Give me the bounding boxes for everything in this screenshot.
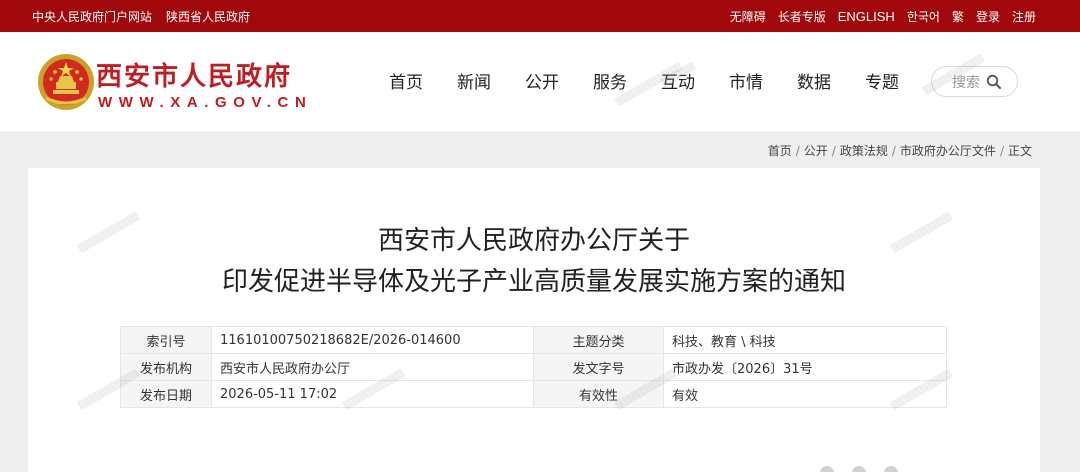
breadcrumb-current: 正文 <box>1007 144 1032 158</box>
nav-city-info[interactable]: 市情 <box>712 68 780 93</box>
main-nav: 首页 新闻 公开 服务 互动 市情 数据 专题 <box>372 68 916 93</box>
article-title: 西安市人民政府办公厅关于 印发促进半导体及光子产业高质量发展实施方案的通知 <box>28 221 1040 303</box>
link-accessibility[interactable]: 无障碍 <box>730 8 766 25</box>
site-header: 西安市人民政府 WWW.XA.GOV.CN 首页 新闻 公开 服务 互动 市情 … <box>0 32 1080 133</box>
validity-label: 有效性 <box>533 380 664 408</box>
date-value: 2026-05-11 17:02 <box>211 380 534 408</box>
breadcrumb: 首页 / 公开 / 政策法规 / 市政府办公厅文件 / 正文 <box>768 142 1032 159</box>
validity-value: 有效 <box>663 380 947 408</box>
nav-services[interactable]: 服务 <box>576 68 644 93</box>
breadcrumb-separator: / <box>999 144 1004 158</box>
login-link[interactable]: 登录 <box>976 8 1000 25</box>
breadcrumb-open[interactable]: 公开 <box>804 144 828 158</box>
share-icon[interactable] <box>884 466 898 472</box>
article-title-line-2: 印发促进半导体及光子产业高质量发展实施方案的通知 <box>221 267 846 297</box>
docno-value: 市政办发〔2026〕31号 <box>663 353 947 381</box>
nav-open[interactable]: 公开 <box>508 68 576 93</box>
breadcrumb-separator: / <box>891 144 896 158</box>
breadcrumb-separator: / <box>831 144 836 158</box>
topic-label: 主题分类 <box>533 326 664 354</box>
table-row: 发布日期 2026-05-11 17:02 有效性 有效 <box>120 380 947 408</box>
breadcrumb-office-docs[interactable]: 市政府办公厅文件 <box>900 144 996 158</box>
search-box[interactable]: 搜索 <box>931 66 1018 97</box>
topic-value: 科技、教育 \ 科技 <box>663 326 947 354</box>
index-label: 索引号 <box>120 326 212 354</box>
nav-home[interactable]: 首页 <box>372 68 440 93</box>
national-emblem-icon[interactable] <box>36 52 96 112</box>
date-label: 发布日期 <box>120 380 212 408</box>
register-link[interactable]: 注册 <box>1012 8 1036 25</box>
breadcrumb-home[interactable]: 首页 <box>768 144 792 158</box>
site-title[interactable]: 西安市人民政府 <box>96 56 292 93</box>
search-placeholder: 搜索 <box>952 74 980 91</box>
issuer-label: 发布机构 <box>120 353 212 381</box>
link-traditional-chinese[interactable]: 繁 <box>952 8 964 25</box>
issuer-value: 西安市人民政府办公厅 <box>211 353 534 381</box>
nav-news[interactable]: 新闻 <box>440 68 508 93</box>
top-right-links: 无障碍 长者专版 ENGLISH 한국어 繁 登录 注册 <box>730 0 1036 32</box>
article-card: 西安市人民政府办公厅关于 印发促进半导体及光子产业高质量发展实施方案的通知 索引… <box>28 168 1040 472</box>
share-icons-row <box>820 466 898 472</box>
breadcrumb-policies[interactable]: 政策法规 <box>840 144 888 158</box>
table-row: 发布机构 西安市人民政府办公厅 发文字号 市政办发〔2026〕31号 <box>120 353 947 381</box>
document-meta-table: 索引号 11610100750218682E/2026-014600 主题分类 … <box>120 326 947 408</box>
link-central-gov[interactable]: 中央人民政府门户网站 <box>32 8 152 25</box>
nav-topics[interactable]: 专题 <box>848 68 916 93</box>
site-domain: WWW.XA.GOV.CN <box>98 94 313 111</box>
link-elderly-version[interactable]: 长者专版 <box>778 8 826 25</box>
docno-label: 发文字号 <box>533 353 664 381</box>
link-english[interactable]: ENGLISH <box>838 9 895 24</box>
link-shaanxi-gov[interactable]: 陕西省人民政府 <box>166 8 250 25</box>
nav-interact[interactable]: 互动 <box>644 68 712 93</box>
share-icon[interactable] <box>852 466 866 472</box>
breadcrumb-separator: / <box>795 144 800 158</box>
table-row: 索引号 11610100750218682E/2026-014600 主题分类 … <box>120 326 947 354</box>
nav-data[interactable]: 数据 <box>780 68 848 93</box>
article-title-line-1: 西安市人民政府办公厅关于 <box>377 226 690 256</box>
search-icon[interactable] <box>986 74 1002 90</box>
share-icon[interactable] <box>820 466 834 472</box>
top-left-links: 中央人民政府门户网站 陕西省人民政府 <box>32 0 250 32</box>
link-korean[interactable]: 한국어 <box>907 8 940 25</box>
index-value: 11610100750218682E/2026-014600 <box>211 326 534 354</box>
top-utility-bar: 中央人民政府门户网站 陕西省人民政府 无障碍 长者专版 ENGLISH 한국어 … <box>0 0 1080 32</box>
